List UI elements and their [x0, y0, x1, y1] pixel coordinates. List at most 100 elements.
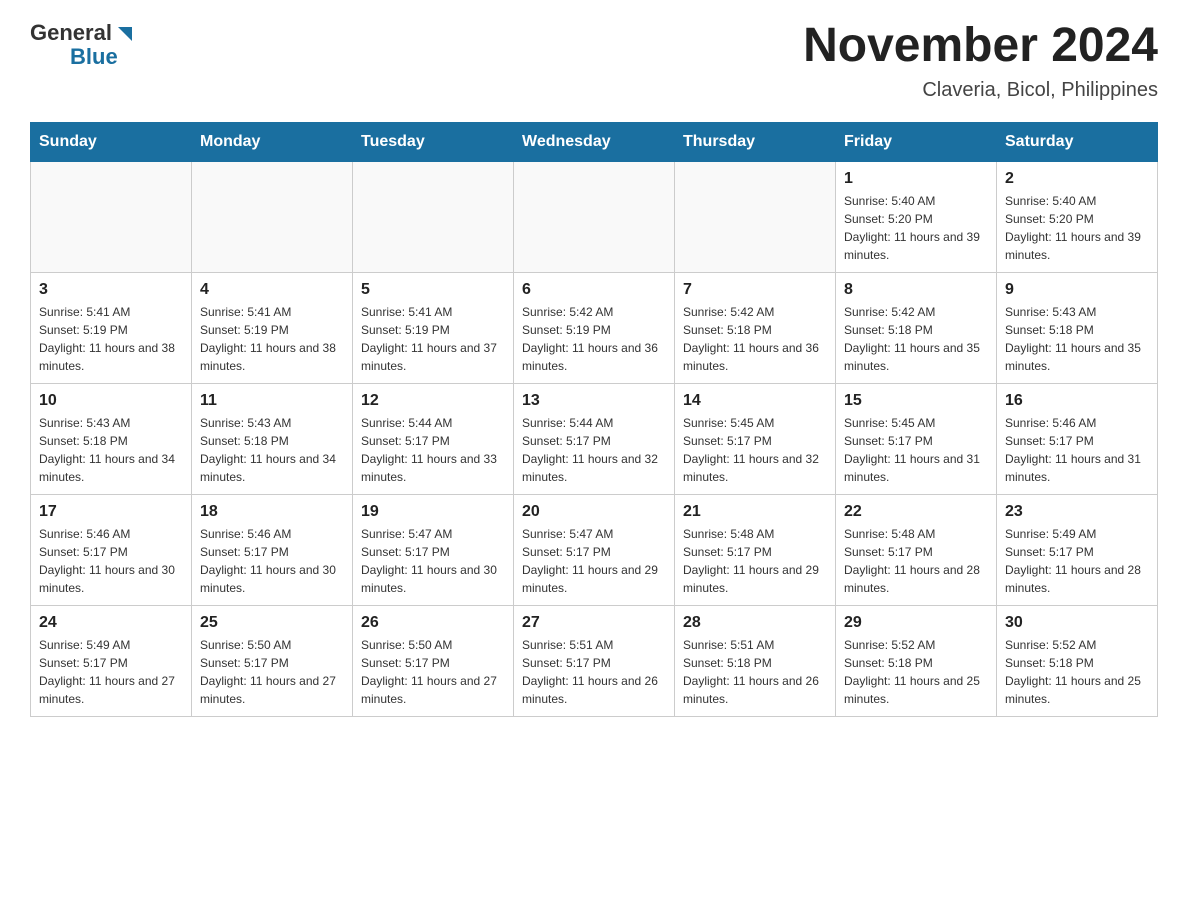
calendar-subtitle: Claveria, Bicol, Philippines	[803, 79, 1158, 102]
day-info: Sunrise: 5:46 AMSunset: 5:17 PMDaylight:…	[1005, 414, 1149, 486]
calendar-cell: 10 Sunrise: 5:43 AMSunset: 5:18 PMDayligh…	[31, 383, 192, 494]
calendar-cell: 7 Sunrise: 5:42 AMSunset: 5:18 PMDaylight…	[675, 272, 836, 383]
day-info: Sunrise: 5:46 AMSunset: 5:17 PMDaylight:…	[200, 525, 344, 597]
day-info: Sunrise: 5:50 AMSunset: 5:17 PMDaylight:…	[200, 636, 344, 708]
day-info: Sunrise: 5:47 AMSunset: 5:17 PMDaylight:…	[522, 525, 666, 597]
column-header-thursday: Thursday	[675, 122, 836, 161]
calendar-cell: 22 Sunrise: 5:48 AMSunset: 5:17 PMDayligh…	[836, 494, 997, 605]
calendar-cell: 11Sunrise: 5:43 AMSunset: 5:18 PMDayligh…	[192, 383, 353, 494]
calendar-header-row: SundayMondayTuesdayWednesdayThursdayFrid…	[31, 122, 1158, 161]
day-number: 8	[844, 281, 988, 299]
day-number: 24	[39, 614, 183, 632]
calendar-cell	[192, 161, 353, 272]
calendar-cell: 12 Sunrise: 5:44 AMSunset: 5:17 PMDayligh…	[353, 383, 514, 494]
calendar-cell: 5Sunrise: 5:41 AMSunset: 5:19 PMDaylight…	[353, 272, 514, 383]
calendar-cell: 20 Sunrise: 5:47 AMSunset: 5:17 PMDayligh…	[514, 494, 675, 605]
day-number: 6	[522, 281, 666, 299]
day-number: 28	[683, 614, 827, 632]
title-area: November 2024 Claveria, Bicol, Philippin…	[803, 20, 1158, 102]
calendar-week-row: 10 Sunrise: 5:43 AMSunset: 5:18 PMDayligh…	[31, 383, 1158, 494]
calendar-week-row: 3 Sunrise: 5:41 AMSunset: 5:19 PMDaylight…	[31, 272, 1158, 383]
calendar-cell: 25 Sunrise: 5:50 AMSunset: 5:17 PMDayligh…	[192, 605, 353, 716]
column-header-saturday: Saturday	[997, 122, 1158, 161]
calendar-title: November 2024	[803, 20, 1158, 73]
logo: General Blue	[30, 20, 136, 70]
day-number: 23	[1005, 503, 1149, 521]
day-number: 10	[39, 392, 183, 410]
day-number: 16	[1005, 392, 1149, 410]
calendar-cell: 3 Sunrise: 5:41 AMSunset: 5:19 PMDaylight…	[31, 272, 192, 383]
column-header-wednesday: Wednesday	[514, 122, 675, 161]
column-header-monday: Monday	[192, 122, 353, 161]
calendar-cell: 14Sunrise: 5:45 AMSunset: 5:17 PMDayligh…	[675, 383, 836, 494]
day-info: Sunrise: 5:48 AMSunset: 5:17 PMDaylight:…	[844, 525, 988, 597]
calendar-cell	[514, 161, 675, 272]
calendar-cell	[675, 161, 836, 272]
day-number: 18	[200, 503, 344, 521]
day-number: 4	[200, 281, 344, 299]
calendar-cell: 13Sunrise: 5:44 AMSunset: 5:17 PMDayligh…	[514, 383, 675, 494]
day-info: Sunrise: 5:48 AMSunset: 5:17 PMDaylight:…	[683, 525, 827, 597]
column-header-sunday: Sunday	[31, 122, 192, 161]
day-number: 26	[361, 614, 505, 632]
day-info: Sunrise: 5:49 AMSunset: 5:17 PMDaylight:…	[39, 636, 183, 708]
calendar-cell: 16 Sunrise: 5:46 AMSunset: 5:17 PMDayligh…	[997, 383, 1158, 494]
day-info: Sunrise: 5:43 AMSunset: 5:18 PMDaylight:…	[1005, 303, 1149, 375]
day-info: Sunrise: 5:52 AMSunset: 5:18 PMDaylight:…	[844, 636, 988, 708]
calendar-cell: 29Sunrise: 5:52 AMSunset: 5:18 PMDayligh…	[836, 605, 997, 716]
day-number: 9	[1005, 281, 1149, 299]
day-number: 11	[200, 392, 344, 410]
day-info: Sunrise: 5:40 AMSunset: 5:20 PMDaylight:…	[844, 192, 988, 264]
day-info: Sunrise: 5:41 AMSunset: 5:19 PMDaylight:…	[39, 303, 183, 375]
day-number: 22	[844, 503, 988, 521]
calendar-cell: 8 Sunrise: 5:42 AMSunset: 5:18 PMDaylight…	[836, 272, 997, 383]
day-info: Sunrise: 5:41 AMSunset: 5:19 PMDaylight:…	[361, 303, 505, 375]
calendar-cell: 27Sunrise: 5:51 AMSunset: 5:17 PMDayligh…	[514, 605, 675, 716]
day-info: Sunrise: 5:44 AMSunset: 5:17 PMDaylight:…	[522, 414, 666, 486]
day-number: 1	[844, 170, 988, 188]
calendar-cell: 24 Sunrise: 5:49 AMSunset: 5:17 PMDayligh…	[31, 605, 192, 716]
day-number: 2	[1005, 170, 1149, 188]
day-number: 7	[683, 281, 827, 299]
day-number: 25	[200, 614, 344, 632]
calendar-cell: 9 Sunrise: 5:43 AMSunset: 5:18 PMDaylight…	[997, 272, 1158, 383]
calendar-cell: 23Sunrise: 5:49 AMSunset: 5:17 PMDayligh…	[997, 494, 1158, 605]
column-header-tuesday: Tuesday	[353, 122, 514, 161]
day-number: 21	[683, 503, 827, 521]
day-info: Sunrise: 5:47 AMSunset: 5:17 PMDaylight:…	[361, 525, 505, 597]
calendar-cell: 1 Sunrise: 5:40 AMSunset: 5:20 PMDaylight…	[836, 161, 997, 272]
logo-general-text: General	[30, 20, 112, 46]
day-info: Sunrise: 5:46 AMSunset: 5:17 PMDaylight:…	[39, 525, 183, 597]
calendar-week-row: 17 Sunrise: 5:46 AMSunset: 5:17 PMDayligh…	[31, 494, 1158, 605]
day-info: Sunrise: 5:44 AMSunset: 5:17 PMDaylight:…	[361, 414, 505, 486]
day-info: Sunrise: 5:41 AMSunset: 5:19 PMDaylight:…	[200, 303, 344, 375]
day-number: 17	[39, 503, 183, 521]
day-info: Sunrise: 5:51 AMSunset: 5:17 PMDaylight:…	[522, 636, 666, 708]
day-info: Sunrise: 5:52 AMSunset: 5:18 PMDaylight:…	[1005, 636, 1149, 708]
day-info: Sunrise: 5:45 AMSunset: 5:17 PMDaylight:…	[844, 414, 988, 486]
day-number: 19	[361, 503, 505, 521]
logo-triangle-icon	[114, 23, 136, 45]
day-number: 15	[844, 392, 988, 410]
calendar-cell: 6 Sunrise: 5:42 AMSunset: 5:19 PMDaylight…	[514, 272, 675, 383]
calendar-cell: 30 Sunrise: 5:52 AMSunset: 5:18 PMDayligh…	[997, 605, 1158, 716]
calendar-cell: 17 Sunrise: 5:46 AMSunset: 5:17 PMDayligh…	[31, 494, 192, 605]
day-info: Sunrise: 5:43 AMSunset: 5:18 PMDaylight:…	[39, 414, 183, 486]
day-number: 3	[39, 281, 183, 299]
day-number: 14	[683, 392, 827, 410]
calendar-cell: 4 Sunrise: 5:41 AMSunset: 5:19 PMDaylight…	[192, 272, 353, 383]
calendar-cell	[353, 161, 514, 272]
day-info: Sunrise: 5:42 AMSunset: 5:19 PMDaylight:…	[522, 303, 666, 375]
column-header-friday: Friday	[836, 122, 997, 161]
calendar-cell: 19 Sunrise: 5:47 AMSunset: 5:17 PMDayligh…	[353, 494, 514, 605]
day-number: 12	[361, 392, 505, 410]
day-info: Sunrise: 5:42 AMSunset: 5:18 PMDaylight:…	[683, 303, 827, 375]
calendar-cell: 2Sunrise: 5:40 AMSunset: 5:20 PMDaylight…	[997, 161, 1158, 272]
day-info: Sunrise: 5:42 AMSunset: 5:18 PMDaylight:…	[844, 303, 988, 375]
calendar-cell: 18 Sunrise: 5:46 AMSunset: 5:17 PMDayligh…	[192, 494, 353, 605]
day-number: 30	[1005, 614, 1149, 632]
calendar-cell: 21 Sunrise: 5:48 AMSunset: 5:17 PMDayligh…	[675, 494, 836, 605]
calendar-cell	[31, 161, 192, 272]
calendar-cell: 26Sunrise: 5:50 AMSunset: 5:17 PMDayligh…	[353, 605, 514, 716]
day-number: 20	[522, 503, 666, 521]
